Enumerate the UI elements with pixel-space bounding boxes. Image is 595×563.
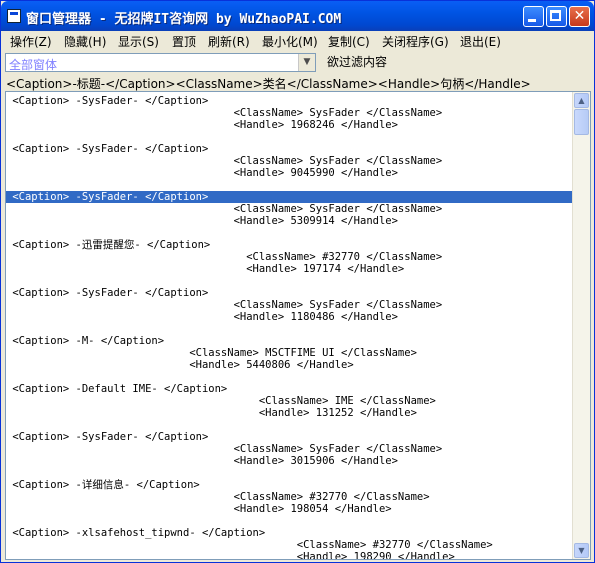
menu-minimize[interactable]: 最小化(M) (262, 33, 318, 50)
filter-bar: 全部窗体 ▼ 欲过滤内容 (2, 51, 593, 73)
dropdown-button[interactable]: ▼ (298, 54, 315, 71)
list-item-caption[interactable]: <Caption> -Default IME- </Caption> (6, 383, 227, 395)
list-item-caption[interactable]: <Caption> -SysFader- </Caption> (6, 431, 208, 443)
arrow-up-icon: ▲ (578, 96, 585, 105)
menu-hide[interactable]: 隐藏(H) (64, 33, 106, 50)
list-item-caption[interactable]: <Caption> -详细信息- </Caption> (6, 479, 199, 491)
menu-show[interactable]: 显示(S) (118, 33, 159, 50)
list-item-classname[interactable]: <ClassName> SysFader </ClassName> (6, 443, 443, 455)
list-item-classname[interactable]: <ClassName> SysFader </ClassName> (6, 203, 443, 215)
list-item-handle[interactable]: <Handle> 1180486 </Handle> (6, 311, 398, 323)
list-item-handle[interactable]: <Handle> 131252 </Handle> (6, 407, 417, 419)
title-bar[interactable]: 窗口管理器 - 无招牌IT咨询网 by WuZhaoPAI.COM ✕ (1, 1, 594, 31)
list-item-handle[interactable]: <Handle> 3015906 </Handle> (6, 455, 398, 467)
vertical-scrollbar[interactable]: ▲ ▼ (572, 92, 590, 559)
list-item-caption[interactable]: <Caption> -SysFader- </Caption> (6, 191, 572, 203)
window-type-value: 全部窗体 (9, 58, 58, 72)
list-item-classname[interactable]: <ClassName> #32770 </ClassName> (6, 539, 493, 551)
list-header-text: <Caption>-标题-</Caption><ClassName>类名</Cl… (6, 77, 531, 91)
menu-refresh[interactable]: 刷新(R) (208, 33, 250, 50)
list-item-caption[interactable]: <Caption> -SysFader- </Caption> (6, 143, 208, 155)
close-button[interactable]: ✕ (569, 6, 590, 27)
list-item-caption[interactable]: <Caption> -迅雷提醒您- </Caption> (6, 239, 210, 251)
scroll-up-button[interactable]: ▲ (574, 93, 589, 108)
list-item-caption[interactable]: <Caption> -SysFader- </Caption> (6, 287, 208, 299)
menu-exit[interactable]: 退出(E) (460, 33, 501, 50)
list-item-handle[interactable]: <Handle> 198290 </Handle> (6, 551, 455, 559)
list-item-handle[interactable]: <Handle> 5440806 </Handle> (6, 359, 353, 371)
list-item-classname[interactable]: <ClassName> SysFader </ClassName> (6, 299, 443, 311)
menu-close-program[interactable]: 关闭程序(G) (382, 33, 449, 50)
close-icon: ✕ (573, 8, 586, 24)
scroll-down-button[interactable]: ▼ (574, 543, 589, 558)
menu-bar: 操作(Z) 隐藏(H) 显示(S) 置顶 刷新(R) 最小化(M) 复制(C) … (2, 31, 593, 51)
list-item-classname[interactable]: <ClassName> IME </ClassName> (6, 395, 436, 407)
menu-topmost[interactable]: 置顶 (172, 33, 196, 50)
arrow-down-icon: ▼ (578, 546, 585, 555)
maximize-icon (550, 10, 561, 21)
list-header: <Caption>-标题-</Caption><ClassName>类名</Cl… (2, 73, 593, 91)
list-item-caption[interactable]: <Caption> -SysFader- </Caption> (6, 95, 208, 107)
chevron-down-icon: ▼ (303, 57, 311, 67)
list-item-classname[interactable]: <ClassName> #32770 </ClassName> (6, 491, 430, 503)
window: 窗口管理器 - 无招牌IT咨询网 by WuZhaoPAI.COM ✕ 操作(Z… (0, 0, 595, 563)
list-item-caption[interactable]: <Caption> -M- </Caption> (6, 335, 164, 347)
window-type-select[interactable]: 全部窗体 ▼ (5, 53, 316, 72)
menu-copy[interactable]: 复制(C) (328, 33, 370, 50)
minimize-button[interactable] (523, 6, 544, 27)
app-icon (7, 9, 21, 23)
list-item-handle[interactable]: <Handle> 198054 </Handle> (6, 503, 392, 515)
list-item-caption[interactable]: <Caption> -xlsafehost_tipwnd- </Caption> (6, 527, 265, 539)
filter-label: 欲过滤内容 (327, 55, 388, 69)
minimize-icon (528, 19, 536, 22)
menu-operate[interactable]: 操作(Z) (10, 33, 52, 50)
list-item-handle[interactable]: <Handle> 197174 </Handle> (6, 263, 404, 275)
window-list[interactable]: <Caption> -SysFader- </Caption> <ClassNa… (5, 91, 591, 560)
list-item-classname[interactable]: <ClassName> SysFader </ClassName> (6, 107, 443, 119)
list-item-handle[interactable]: <Handle> 5309914 </Handle> (6, 215, 398, 227)
list-item-handle[interactable]: <Handle> 9045990 </Handle> (6, 167, 398, 179)
window-title: 窗口管理器 - 无招牌IT咨询网 by WuZhaoPAI.COM (26, 12, 342, 27)
list-item-handle[interactable]: <Handle> 1968246 </Handle> (6, 119, 398, 131)
list-item-classname[interactable]: <ClassName> SysFader </ClassName> (6, 155, 443, 167)
list-item-classname[interactable]: <ClassName> #32770 </ClassName> (6, 251, 442, 263)
list-item-classname[interactable]: <ClassName> MSCTFIME UI </ClassName> (6, 347, 417, 359)
scroll-thumb[interactable] (574, 109, 589, 135)
maximize-button[interactable] (546, 6, 567, 27)
